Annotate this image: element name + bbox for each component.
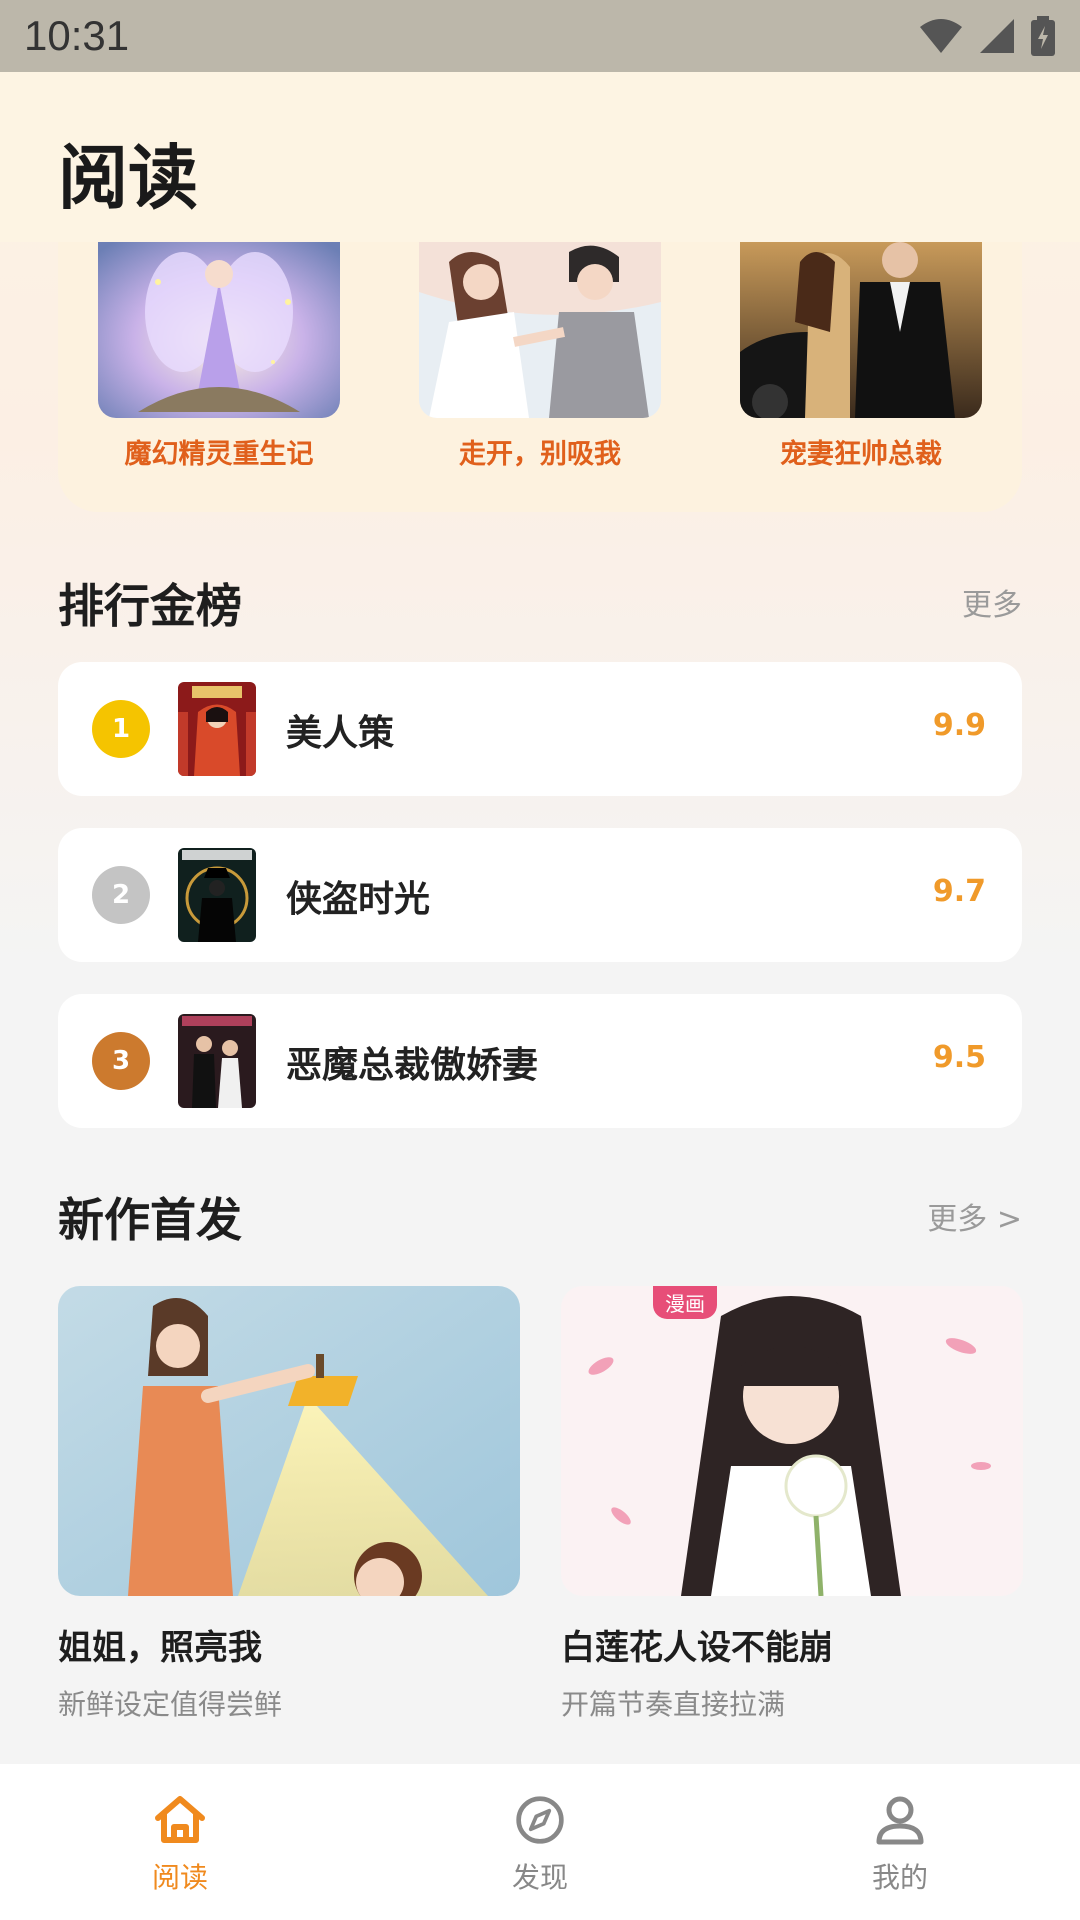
header: 阅读 [0,72,1080,242]
book-cover: 漫画 [561,1286,1023,1596]
nav-item-read[interactable]: 阅读 [0,1764,360,1920]
book-cover [419,242,661,418]
rank-book-name: 恶魔总裁傲娇妻 [286,1045,539,1086]
featured-title: 走开，别吸我 [459,439,621,470]
rank-row[interactable]: 2 侠盗时光 9.7 [58,828,1022,962]
rank-row[interactable]: 3 恶魔总裁傲娇妻 9.5 [58,994,1022,1128]
ranking-more-link[interactable]: 更多 [962,580,1022,624]
status-time: 10:31 [24,12,130,59]
new-release-card[interactable]: 姐姐，照亮我 新鲜设定值得尝鲜 [58,1286,520,1723]
wifi-icon [920,19,962,53]
nav-label: 发现 [511,1861,568,1894]
new-releases-title: 新作首发 [58,1193,242,1247]
rank-book-name: 美人策 [286,713,395,754]
home-icon [155,1796,205,1843]
book-cover [740,242,982,418]
compass-icon [516,1796,564,1844]
bottom-nav: 阅读 发现 我的 [0,1764,1080,1920]
book-cover [178,1014,256,1108]
featured-section: 魔幻精灵重生记 走开，别吸我 宠妻狂帅总裁 [58,200,1022,512]
ranking-title: 排行金榜 [58,579,242,633]
page-title: 阅读 [58,137,198,219]
user-icon [876,1796,924,1845]
book-cover [178,682,256,776]
status-bar: 10:31 [0,0,1080,72]
book-cover [58,1286,520,1596]
rank-score: 9.5 [932,1040,986,1075]
featured-item[interactable]: 魔幻精灵重生记 [98,242,340,471]
featured-item[interactable]: 走开，别吸我 [419,242,661,471]
new-releases-more-link[interactable]: 更多 > [927,1194,1022,1238]
rank-book-name: 侠盗时光 [286,879,431,920]
status-icons [918,16,1056,56]
nav-label: 阅读 [151,1861,208,1894]
book-cover [178,848,256,942]
nav-item-me[interactable]: 我的 [720,1764,1080,1920]
rank-score: 9.7 [932,874,986,909]
rank-badge: 2 [92,866,150,924]
book-cover [98,242,340,418]
featured-title: 魔幻精灵重生记 [124,439,314,470]
new-release-title: 姐姐，照亮我 [58,1628,262,1668]
new-release-subtitle: 开篇节奏直接拉满 [561,1688,786,1721]
rank-badge: 1 [92,700,150,758]
nav-item-discover[interactable]: 发现 [360,1764,720,1920]
rank-row[interactable]: 1 美人策 9.9 [58,662,1022,796]
manga-tag: 漫画 [653,1286,717,1319]
new-release-subtitle: 新鲜设定值得尝鲜 [58,1688,283,1721]
nav-label: 我的 [871,1861,928,1894]
rank-score: 9.9 [932,708,986,743]
signal-icon [980,19,1014,53]
battery-icon [1031,16,1055,56]
new-release-title: 白莲花人设不能崩 [561,1628,833,1668]
rank-badge: 3 [92,1032,150,1090]
new-release-card[interactable]: 漫画 白莲花人设不能崩 开篇节奏直接拉满 [561,1286,1023,1723]
featured-title: 宠妻狂帅总裁 [780,439,942,470]
featured-item[interactable]: 宠妻狂帅总裁 [740,242,982,471]
